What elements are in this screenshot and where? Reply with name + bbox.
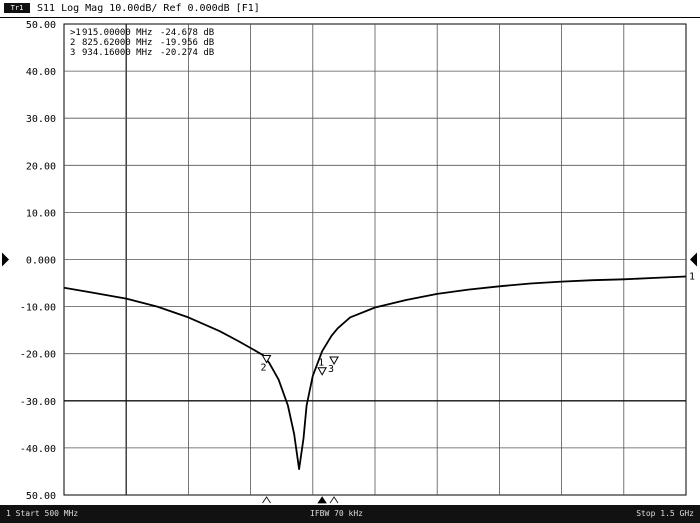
axis-marker-indicator[interactable] [317,496,327,504]
marker-readout-value: -20.274 dB [160,48,214,58]
y-tick-label: 50.00 [26,491,56,502]
marker-label: 1 [318,358,324,369]
start-frequency[interactable]: 1 Start 500 MHz [6,505,78,523]
marker-readout-value: -19.956 dB [160,38,214,48]
marker-readout-frequency: 915.00000 MHz [82,28,152,38]
reference-arrow-left[interactable] [2,252,9,267]
y-tick-label: -40.00 [20,444,56,455]
axis-marker-indicator[interactable] [329,496,339,504]
y-tick-label: 0.000 [26,256,56,267]
marker-readout-value: -24.678 dB [160,28,214,38]
y-tick-label: -20.00 [20,350,56,361]
marker-readout-label: >1 [70,28,81,38]
trace-end-label: 1 [689,271,695,282]
y-tick-label: -10.00 [20,303,56,314]
marker-readout-label: 3 [70,48,75,58]
stop-frequency[interactable]: Stop 1.5 GHz [636,505,694,523]
y-tick-label: 30.00 [26,114,56,125]
marker-label: 2 [261,362,267,373]
marker-readout-label: 2 [70,38,75,48]
marker-readout-frequency: 934.16000 MHz [82,48,152,58]
if-bandwidth[interactable]: IFBW 70 kHz [310,505,363,523]
y-tick-label: -30.00 [20,397,56,408]
reference-arrow-right[interactable] [690,252,697,267]
status-footer: 1 Start 500 MHz IFBW 70 kHz Stop 1.5 GHz [0,505,700,523]
y-tick-label: 40.00 [26,67,56,78]
marker-readout-frequency: 825.62000 MHz [82,38,152,48]
y-tick-label: 50.00 [26,20,56,31]
y-tick-label: 20.00 [26,161,56,172]
y-tick-label: 10.00 [26,208,56,219]
axis-marker-indicator[interactable] [262,496,271,504]
marker-label: 3 [328,364,334,375]
analyzer-screen: Tr1 S11 Log Mag 10.00dB/ Ref 0.000dB [F1… [0,0,700,523]
chart-area: 50.00 40.00 30.00 20.00 10.00 0.000 -10.00 -20.… [2,20,697,504]
